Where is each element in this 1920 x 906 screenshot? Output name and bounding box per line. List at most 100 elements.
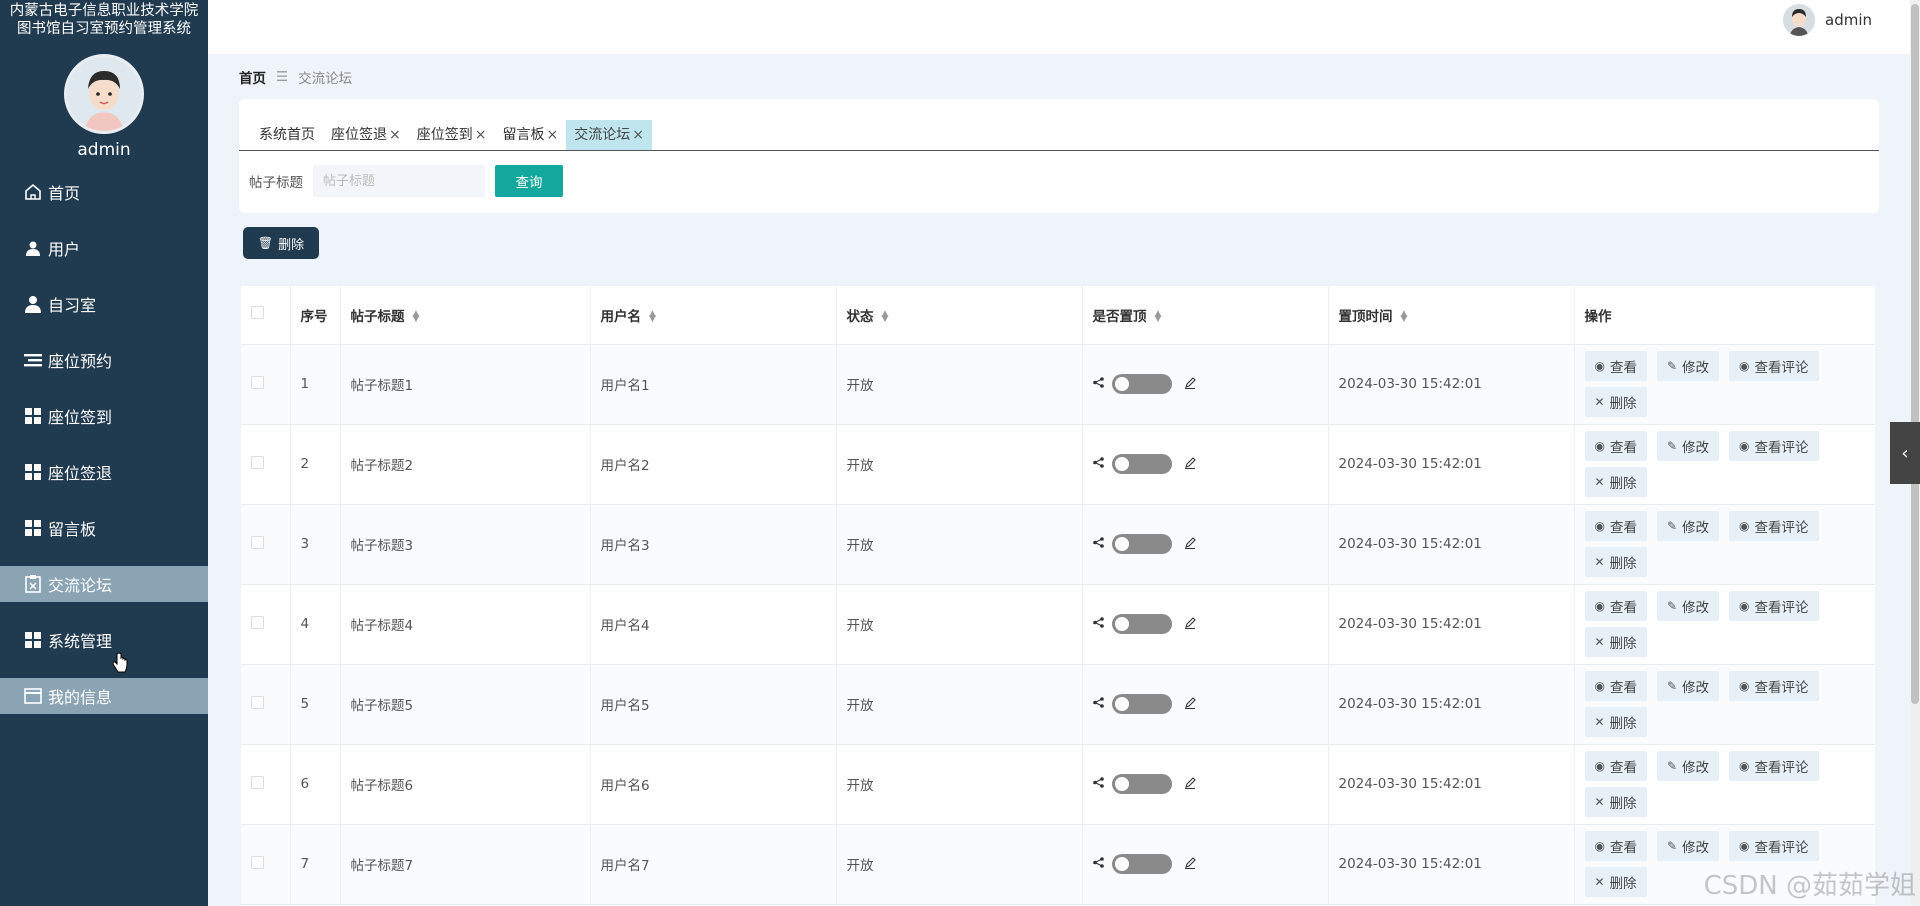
- pencil-icon[interactable]: [1184, 456, 1196, 472]
- view-button[interactable]: ◉ 查看: [1584, 831, 1647, 861]
- edit-button[interactable]: ✎ 修改: [1656, 831, 1720, 861]
- column-header-status[interactable]: 状态 ▲ ▼: [836, 286, 1083, 345]
- sort-icon[interactable]: ▲ ▼: [1155, 309, 1162, 323]
- delete-button[interactable]: ✕ 删除: [1584, 787, 1647, 817]
- sidebar-item-seat-checkout[interactable]: 座位签退: [0, 454, 208, 490]
- column-header-username[interactable]: 用户名 ▲ ▼: [590, 286, 837, 345]
- close-icon[interactable]: ×: [475, 120, 487, 150]
- delete-button[interactable]: ✕ 删除: [1584, 467, 1647, 497]
- sidebar-item-study-room[interactable]: 自习室: [0, 286, 208, 322]
- share-icon[interactable]: [1092, 616, 1104, 632]
- close-icon[interactable]: ×: [632, 120, 644, 150]
- edit-label: 修改: [1682, 680, 1710, 696]
- pinned-toggle[interactable]: [1111, 374, 1172, 394]
- scrollbar-thumb[interactable]: [1911, 4, 1919, 704]
- edit-button[interactable]: ✎ 修改: [1656, 591, 1720, 621]
- bulk-delete-button[interactable]: 🗑 删除: [243, 227, 319, 259]
- row-checkbox[interactable]: [251, 455, 264, 469]
- tab-forum[interactable]: 交流论坛 ×: [566, 120, 652, 150]
- delete-button[interactable]: ✕ 删除: [1584, 387, 1647, 417]
- edit-button[interactable]: ✎ 修改: [1656, 671, 1720, 701]
- share-icon[interactable]: [1092, 536, 1104, 552]
- edit-button[interactable]: ✎ 修改: [1656, 751, 1720, 781]
- row-checkbox[interactable]: [251, 775, 264, 789]
- delete-button[interactable]: ✕ 删除: [1584, 867, 1647, 897]
- sidebar-item-home[interactable]: 首页: [0, 174, 208, 210]
- row-checkbox[interactable]: [251, 855, 264, 869]
- pinned-toggle[interactable]: [1111, 534, 1172, 554]
- view-button[interactable]: ◉ 查看: [1584, 751, 1647, 781]
- pencil-icon[interactable]: [1184, 536, 1196, 552]
- sidebar-item-forum[interactable]: 交流论坛: [0, 566, 208, 602]
- view-comments-button[interactable]: ◉ 查看评论: [1729, 431, 1819, 461]
- sidebar-item-user[interactable]: 用户: [0, 230, 208, 266]
- column-header-pinned[interactable]: 是否置顶 ▲ ▼: [1082, 286, 1329, 345]
- tab-message-board[interactable]: 留言板 ×: [494, 120, 566, 150]
- pencil-icon[interactable]: [1184, 856, 1196, 872]
- share-icon[interactable]: [1092, 696, 1104, 712]
- share-icon[interactable]: [1092, 776, 1104, 792]
- sidebar-item-my-info[interactable]: 我的信息: [0, 678, 208, 714]
- sort-icon[interactable]: ▲ ▼: [649, 309, 656, 323]
- pinned-toggle[interactable]: [1111, 854, 1172, 874]
- column-header-title[interactable]: 帖子标题 ▲ ▼: [340, 286, 591, 345]
- view-comments-button[interactable]: ◉ 查看评论: [1729, 351, 1819, 381]
- tab-system-home[interactable]: 系统首页: [251, 120, 323, 150]
- close-icon[interactable]: ×: [389, 120, 401, 150]
- share-icon[interactable]: [1092, 376, 1104, 392]
- view-comments-button[interactable]: ◉ 查看评论: [1729, 671, 1819, 701]
- header-user[interactable]: admin: [1783, 4, 1872, 36]
- view-comments-label: 查看评论: [1754, 520, 1809, 536]
- select-all-checkbox[interactable]: [251, 306, 264, 320]
- view-comments-button[interactable]: ◉ 查看评论: [1729, 751, 1819, 781]
- view-button[interactable]: ◉ 查看: [1584, 591, 1647, 621]
- pencil-icon[interactable]: [1184, 376, 1196, 392]
- row-checkbox[interactable]: [251, 695, 264, 709]
- sidebar-item-message-board[interactable]: 留言板: [0, 510, 208, 546]
- avatar[interactable]: [64, 54, 144, 134]
- view-button[interactable]: ◉ 查看: [1584, 671, 1647, 701]
- edit-icon: ✎: [1666, 519, 1678, 533]
- pinned-toggle[interactable]: [1111, 614, 1172, 634]
- breadcrumb-home[interactable]: 首页: [239, 67, 266, 87]
- search-button[interactable]: 查询: [495, 165, 563, 197]
- pencil-icon[interactable]: [1184, 696, 1196, 712]
- sort-icon[interactable]: ▲ ▼: [1401, 309, 1408, 323]
- pinned-toggle[interactable]: [1111, 454, 1172, 474]
- tab-seat-checkout[interactable]: 座位签退 ×: [323, 120, 409, 150]
- delete-button[interactable]: ✕ 删除: [1584, 547, 1647, 577]
- tab-label: 留言板: [502, 127, 545, 143]
- view-comments-button[interactable]: ◉ 查看评论: [1729, 591, 1819, 621]
- edit-button[interactable]: ✎ 修改: [1656, 431, 1720, 461]
- view-button[interactable]: ◉ 查看: [1584, 351, 1647, 381]
- search-label: 帖子标题: [249, 175, 303, 191]
- view-comments-button[interactable]: ◉ 查看评论: [1729, 511, 1819, 541]
- view-comments-button[interactable]: ◉ 查看评论: [1729, 831, 1819, 861]
- share-icon[interactable]: [1092, 456, 1104, 472]
- sort-icon[interactable]: ▲ ▼: [882, 309, 889, 323]
- column-header-pinned-time[interactable]: 置顶时间 ▲ ▼: [1328, 286, 1575, 345]
- pinned-toggle[interactable]: [1111, 774, 1172, 794]
- close-icon[interactable]: ×: [546, 120, 558, 150]
- row-checkbox[interactable]: [251, 615, 264, 629]
- collapse-panel-button[interactable]: ‹: [1890, 422, 1920, 484]
- sidebar-item-seat-booking[interactable]: 座位预约: [0, 342, 208, 378]
- sidebar-item-seat-checkin[interactable]: 座位签到: [0, 398, 208, 434]
- tab-seat-checkin[interactable]: 座位签到 ×: [409, 120, 495, 150]
- edit-button[interactable]: ✎ 修改: [1656, 511, 1720, 541]
- search-input[interactable]: [313, 165, 485, 197]
- edit-button[interactable]: ✎ 修改: [1656, 351, 1720, 381]
- row-checkbox[interactable]: [251, 535, 264, 549]
- share-icon[interactable]: [1092, 856, 1104, 872]
- header-avatar[interactable]: [1783, 4, 1815, 36]
- sort-icon[interactable]: ▲ ▼: [413, 309, 420, 323]
- sidebar-item-system-management[interactable]: 系统管理: [0, 622, 208, 658]
- view-button[interactable]: ◉ 查看: [1584, 511, 1647, 541]
- delete-button[interactable]: ✕ 删除: [1584, 627, 1647, 657]
- view-button[interactable]: ◉ 查看: [1584, 431, 1647, 461]
- delete-button[interactable]: ✕ 删除: [1584, 707, 1647, 737]
- row-checkbox[interactable]: [251, 375, 264, 389]
- pencil-icon[interactable]: [1184, 616, 1196, 632]
- pencil-icon[interactable]: [1184, 776, 1196, 792]
- pinned-toggle[interactable]: [1111, 694, 1172, 714]
